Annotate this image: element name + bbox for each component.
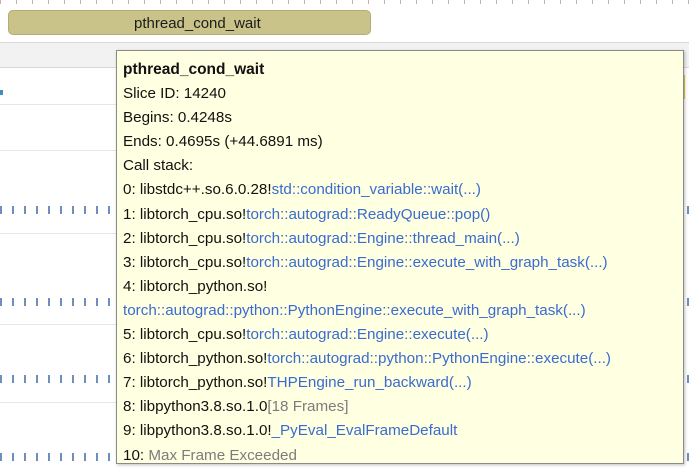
frame-prefix: 10: [123,446,149,464]
track-marker [0,90,3,95]
slice-bar-label: pthread_cond_wait [134,15,261,32]
frame-prefix: 4: libtorch_python.so! [123,277,268,295]
slice-bar-pthread-cond-wait[interactable]: pthread_cond_wait [8,10,371,35]
tooltip-title: pthread_cond_wait [123,61,265,78]
tooltip-begins: Begins: 0.4248s [123,109,232,127]
track-separator [0,150,118,151]
frame-symbol-link[interactable]: torch::autograd::Engine::thread_main(...… [246,230,520,247]
frame-symbol-link[interactable]: _PyEval_EvalFrameDefault [272,422,458,439]
call-stack-frame: 5: libtorch_cpu.so!torch::autograd::Engi… [123,323,683,347]
call-stack-frame: 3: libtorch_cpu.so!torch::autograd::Engi… [123,251,683,275]
frame-symbol-link[interactable]: torch::autograd::ReadyQueue::pop() [246,206,490,223]
call-stack-frame: 6: libtorch_python.so!torch::autograd::p… [123,347,683,371]
frame-collapsed-group[interactable]: [18 Frames] [267,398,348,415]
track-slices[interactable] [0,453,118,461]
track-separator [0,233,118,234]
frame-prefix: 2: libtorch_cpu.so! [123,229,247,247]
track-separator [0,402,118,403]
call-stack-frame-continuation: torch::autograd::python::PythonEngine::e… [123,299,683,323]
call-stack-frame: 8: libpython3.8.so.1.0[18 Frames] [123,395,683,419]
track-slices[interactable] [0,298,118,306]
track-separator [0,324,118,325]
call-stack-frame: 10: Max Frame Exceeded [123,444,683,464]
call-stack-frame: 9: libpython3.8.so.1.0!_PyEval_EvalFrame… [123,419,683,443]
frame-prefix: 5: libtorch_cpu.so! [123,326,247,344]
tooltip-call-stack-label: Call stack: [123,157,194,175]
frame-symbol-link[interactable]: torch::autograd::python::PythonEngine::e… [123,302,586,319]
frame-symbol-link[interactable]: THPEngine_run_backward(...) [267,374,471,391]
frame-prefix: 7: libtorch_python.so! [123,374,268,392]
track-slices[interactable] [0,206,118,214]
call-stack-frame: 2: libtorch_cpu.so!torch::autograd::Engi… [123,227,683,251]
frame-max-exceeded: Max Frame Exceeded [148,446,297,464]
tooltip-slice-id: Slice ID: 14240 [123,85,226,103]
timeline-top-ticks [0,0,689,4]
track-separator [0,104,118,105]
frame-prefix: 6: libtorch_python.so! [123,350,268,368]
call-stack-frame: 0: libstdc++.so.6.0.28!std::condition_va… [123,178,683,202]
tooltip-ends: Ends: 0.4695s (+44.6891 ms) [123,133,323,151]
frame-symbol-link[interactable]: torch::autograd::python::PythonEngine::e… [267,350,611,367]
call-stack-frame: 1: libtorch_cpu.so!torch::autograd::Read… [123,203,683,227]
frame-prefix: 0: libstdc++.so.6.0.28! [123,181,272,199]
call-stack-frame: 4: libtorch_python.so! [123,275,683,299]
frame-prefix: 8: libpython3.8.so.1.0 [123,398,268,416]
frame-symbol-link[interactable]: std::condition_variable::wait(...) [272,181,481,198]
frame-symbol-link[interactable]: torch::autograd::Engine::execute_with_gr… [246,254,607,271]
track-slices[interactable] [0,375,118,383]
frame-prefix: 1: libtorch_cpu.so! [123,205,247,223]
frame-prefix: 3: libtorch_cpu.so! [123,253,247,271]
call-stack-frame: 7: libtorch_python.so!THPEngine_run_back… [123,371,683,395]
slice-tooltip: pthread_cond_wait Slice ID: 14240 Begins… [116,50,684,464]
trace-viewer: pthread_cond_wait pthread_cond_wait Slic… [0,0,689,471]
frame-symbol-link[interactable]: torch::autograd::Engine::execute(...) [246,326,488,343]
frame-prefix: 9: libpython3.8.so.1.0! [123,422,272,440]
